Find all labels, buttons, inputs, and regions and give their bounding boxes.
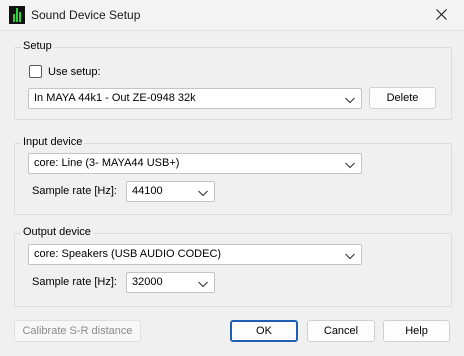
chevron-down-icon (198, 188, 208, 197)
calibrate-button-label: Calibrate S-R distance (22, 325, 133, 337)
help-button[interactable]: Help (383, 320, 450, 342)
chevron-down-icon (345, 251, 355, 260)
input-sample-rate-label: Sample rate [Hz]: (32, 185, 117, 197)
output-sample-rate-value: 32000 (132, 276, 163, 288)
setup-select[interactable]: In MAYA 44k1 - Out ZE-0948 32k (28, 88, 362, 109)
input-device-select[interactable]: core: Line (3- MAYA44 USB+) (28, 153, 362, 174)
calibrate-button[interactable]: Calibrate S-R distance (14, 320, 141, 342)
ok-button-label: OK (256, 325, 272, 337)
close-button[interactable] (418, 0, 464, 31)
cancel-button[interactable]: Cancel (307, 320, 375, 342)
input-sample-rate-select[interactable]: 44100 (126, 181, 215, 202)
window-title: Sound Device Setup (31, 8, 141, 22)
input-device-group-label: Input device (21, 136, 85, 148)
help-button-label: Help (405, 325, 428, 337)
input-sample-rate-value: 44100 (132, 185, 163, 197)
close-icon (435, 8, 447, 23)
ok-button[interactable]: OK (230, 320, 298, 342)
delete-button-label: Delete (386, 92, 419, 104)
app-icon (9, 6, 25, 24)
use-setup-label[interactable]: Use setup: (48, 66, 101, 78)
output-sample-rate-select[interactable]: 32000 (126, 272, 215, 293)
chevron-down-icon (345, 95, 355, 104)
output-device-select[interactable]: core: Speakers (USB AUDIO CODEC) (28, 244, 362, 265)
setup-group-label: Setup (21, 40, 54, 52)
input-device-value: core: Line (3- MAYA44 USB+) (34, 157, 180, 169)
output-sample-rate-label: Sample rate [Hz]: (32, 276, 117, 288)
chevron-down-icon (198, 279, 208, 288)
setup-select-value: In MAYA 44k1 - Out ZE-0948 32k (34, 92, 196, 104)
use-setup-checkbox[interactable] (29, 65, 42, 78)
cancel-button-label: Cancel (323, 325, 359, 337)
output-device-group-label: Output device (21, 226, 93, 238)
setup-group (14, 47, 452, 120)
output-device-value: core: Speakers (USB AUDIO CODEC) (34, 248, 222, 260)
delete-button[interactable]: Delete (369, 87, 436, 109)
title-bar: Sound Device Setup (0, 0, 464, 31)
chevron-down-icon (345, 160, 355, 169)
